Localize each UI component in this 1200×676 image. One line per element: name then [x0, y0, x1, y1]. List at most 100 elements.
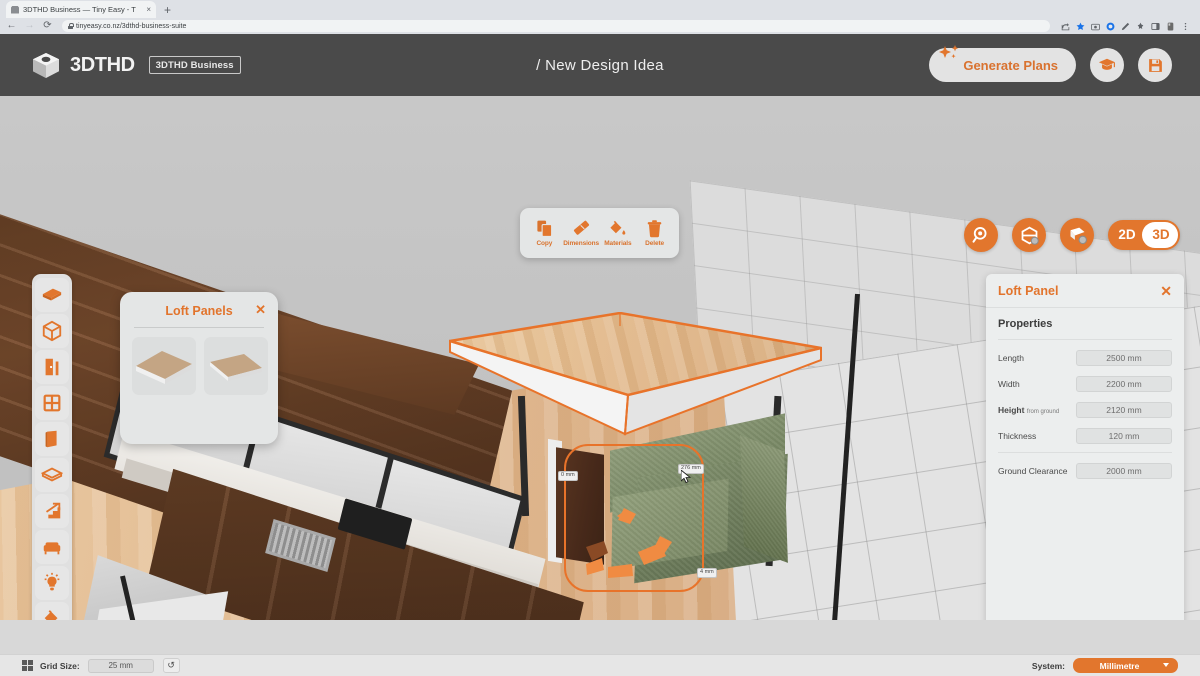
colorpicker-icon[interactable]	[1106, 22, 1115, 31]
sidepanel-icon[interactable]	[1151, 22, 1160, 31]
pencil-icon[interactable]	[1121, 22, 1130, 31]
sofa-icon	[43, 542, 61, 555]
sidebar-item-furniture[interactable]	[35, 530, 69, 564]
browser-tab[interactable]: 3DTHD Business — Tiny Easy - T ×	[6, 1, 156, 18]
reset-grid-button[interactable]: ↺	[162, 658, 180, 673]
pan-orbit-button[interactable]	[964, 218, 998, 252]
property-label: Thickness	[998, 431, 1037, 441]
address-bar[interactable]: tinyeasy.co.nz/3dthd-business-suite	[62, 20, 1050, 32]
profile-icon[interactable]	[1166, 22, 1175, 31]
unit-system-select[interactable]: Millimetre	[1073, 658, 1178, 673]
property-label: Ground Clearance	[998, 466, 1068, 476]
loft-panel-square-option[interactable]	[132, 337, 196, 395]
graduation-cap-button[interactable]	[1090, 48, 1124, 82]
sidebar-item-stairs[interactable]	[35, 494, 69, 528]
tab-title: 3DTHD Business — Tiny Easy - T	[23, 5, 136, 14]
length-field[interactable]: 2500 mm	[1076, 350, 1172, 366]
trash-icon	[647, 220, 662, 238]
wall-icon	[45, 430, 57, 448]
close-icon[interactable]: ×	[146, 5, 151, 14]
thickness-field[interactable]: 120 mm	[1076, 428, 1172, 444]
rect-panel-icon	[210, 354, 262, 381]
property-row-ground-clearance: Ground Clearance 2000 mm	[998, 461, 1172, 481]
toggle-option-2d[interactable]: 2D	[1110, 222, 1144, 248]
sidebar-item-lighting[interactable]	[35, 566, 69, 600]
close-icon[interactable]: ✕	[255, 303, 266, 316]
properties-section-label: Properties	[998, 318, 1053, 330]
unit-system-group: System: Millimetre	[1032, 658, 1178, 673]
loft-panel-icon	[41, 467, 63, 482]
cube-shell-icon	[42, 320, 62, 342]
sidebar-item-materials[interactable]	[35, 602, 69, 620]
property-row-height: Height from ground 2120 mm	[998, 400, 1172, 420]
save-button[interactable]	[1138, 48, 1172, 82]
move-gizmo[interactable]	[568, 508, 698, 588]
close-icon[interactable]: ✕	[1160, 284, 1172, 298]
header-actions: Generate Plans	[929, 45, 1200, 82]
dimension-toggle[interactable]: 2D 3D	[1108, 220, 1180, 250]
property-label: Width	[998, 379, 1020, 389]
properties-title: Loft Panel	[998, 283, 1059, 298]
property-label: Height from ground	[998, 405, 1076, 415]
loft-panel-rect-option[interactable]	[204, 337, 268, 395]
height-field[interactable]: 2120 mm	[1076, 402, 1172, 418]
section-view-button[interactable]	[1012, 218, 1046, 252]
copy-icon	[537, 220, 553, 237]
copy-button[interactable]: Copy	[526, 219, 563, 247]
door-icon	[45, 358, 59, 376]
dimensions-button[interactable]: Dimensions	[563, 219, 600, 247]
property-row-thickness: Thickness 120 mm	[998, 426, 1172, 446]
property-label: Length	[998, 353, 1024, 363]
object-action-toolbar: Copy Dimensions Materials Delete	[520, 208, 679, 258]
materials-label: Materials	[604, 240, 632, 247]
brand[interactable]: 3DTHD 3DTHD Business	[0, 52, 241, 79]
browser-toolbar: ← → ⟳ tinyeasy.co.nz/3dthd-business-suit…	[0, 18, 1200, 34]
sidebar-item-door[interactable]	[35, 350, 69, 384]
perspective-view-button[interactable]	[1060, 218, 1094, 252]
camera-icon[interactable]	[1091, 22, 1100, 31]
loft-panel-object[interactable]	[448, 312, 823, 442]
generate-plans-button[interactable]: Generate Plans	[929, 45, 1076, 82]
sidebar-item-roof[interactable]	[35, 278, 69, 312]
new-tab-button[interactable]: +	[164, 2, 171, 18]
delete-button[interactable]: Delete	[636, 219, 673, 247]
divider	[134, 327, 264, 328]
extensions-icon[interactable]	[1136, 22, 1145, 31]
reload-button[interactable]: ⟳	[42, 21, 53, 31]
share-icon[interactable]	[1061, 22, 1070, 31]
properties-body: Properties Length 2500 mm Width 2200 mm …	[986, 308, 1184, 481]
grid-size-input[interactable]: 25 mm	[87, 658, 154, 673]
generate-plans-label: Generate Plans	[963, 57, 1058, 73]
paint-bucket-icon	[610, 220, 626, 235]
back-button[interactable]: ←	[6, 21, 17, 31]
ground-clearance-field[interactable]: 2000 mm	[1076, 463, 1172, 479]
materials-button[interactable]: Materials	[600, 219, 637, 247]
width-field[interactable]: 2200 mm	[1076, 376, 1172, 392]
sidebar-item-shell[interactable]	[35, 314, 69, 348]
sidebar-item-window[interactable]	[35, 386, 69, 420]
dimension-chip: 4 mm	[697, 568, 717, 578]
sidebar-item-loft-panel[interactable]	[35, 458, 69, 492]
kebab-menu-icon[interactable]	[1181, 22, 1190, 31]
divider	[998, 339, 1172, 340]
chevron-down-icon	[1163, 663, 1169, 667]
properties-panel: Loft Panel ✕ Properties Length 2500 mm W…	[986, 274, 1184, 620]
property-label-sub: from ground	[1026, 409, 1060, 415]
popup-items	[132, 337, 268, 395]
loft-panels-popup: Loft Panels ✕	[120, 292, 278, 444]
toggle-option-3d[interactable]: 3D	[1144, 222, 1178, 248]
design-viewport[interactable]: 0 mm 276 mm 4 mm Loft Panels ✕ Copy Dime…	[0, 96, 1200, 620]
graduation-cap-icon	[1098, 58, 1116, 70]
browser-chrome: 3DTHD Business — Tiny Easy - T × + ← → ⟳…	[0, 0, 1200, 34]
app-header: 3DTHD 3DTHD Business / New Design Idea G…	[0, 34, 1200, 96]
bookmark-star-icon[interactable]	[1076, 22, 1085, 31]
forward-button[interactable]: →	[24, 21, 35, 31]
property-row-length: Length 2500 mm	[998, 348, 1172, 368]
properties-header: Loft Panel ✕	[986, 274, 1184, 308]
view-controls: 2D 3D	[964, 218, 1180, 252]
paint-bucket-icon	[44, 610, 58, 620]
toolbar-icons	[1061, 22, 1194, 31]
sidebar-item-wall[interactable]	[35, 422, 69, 456]
stairs-icon	[43, 502, 61, 519]
sofa-arm[interactable]	[740, 435, 788, 563]
